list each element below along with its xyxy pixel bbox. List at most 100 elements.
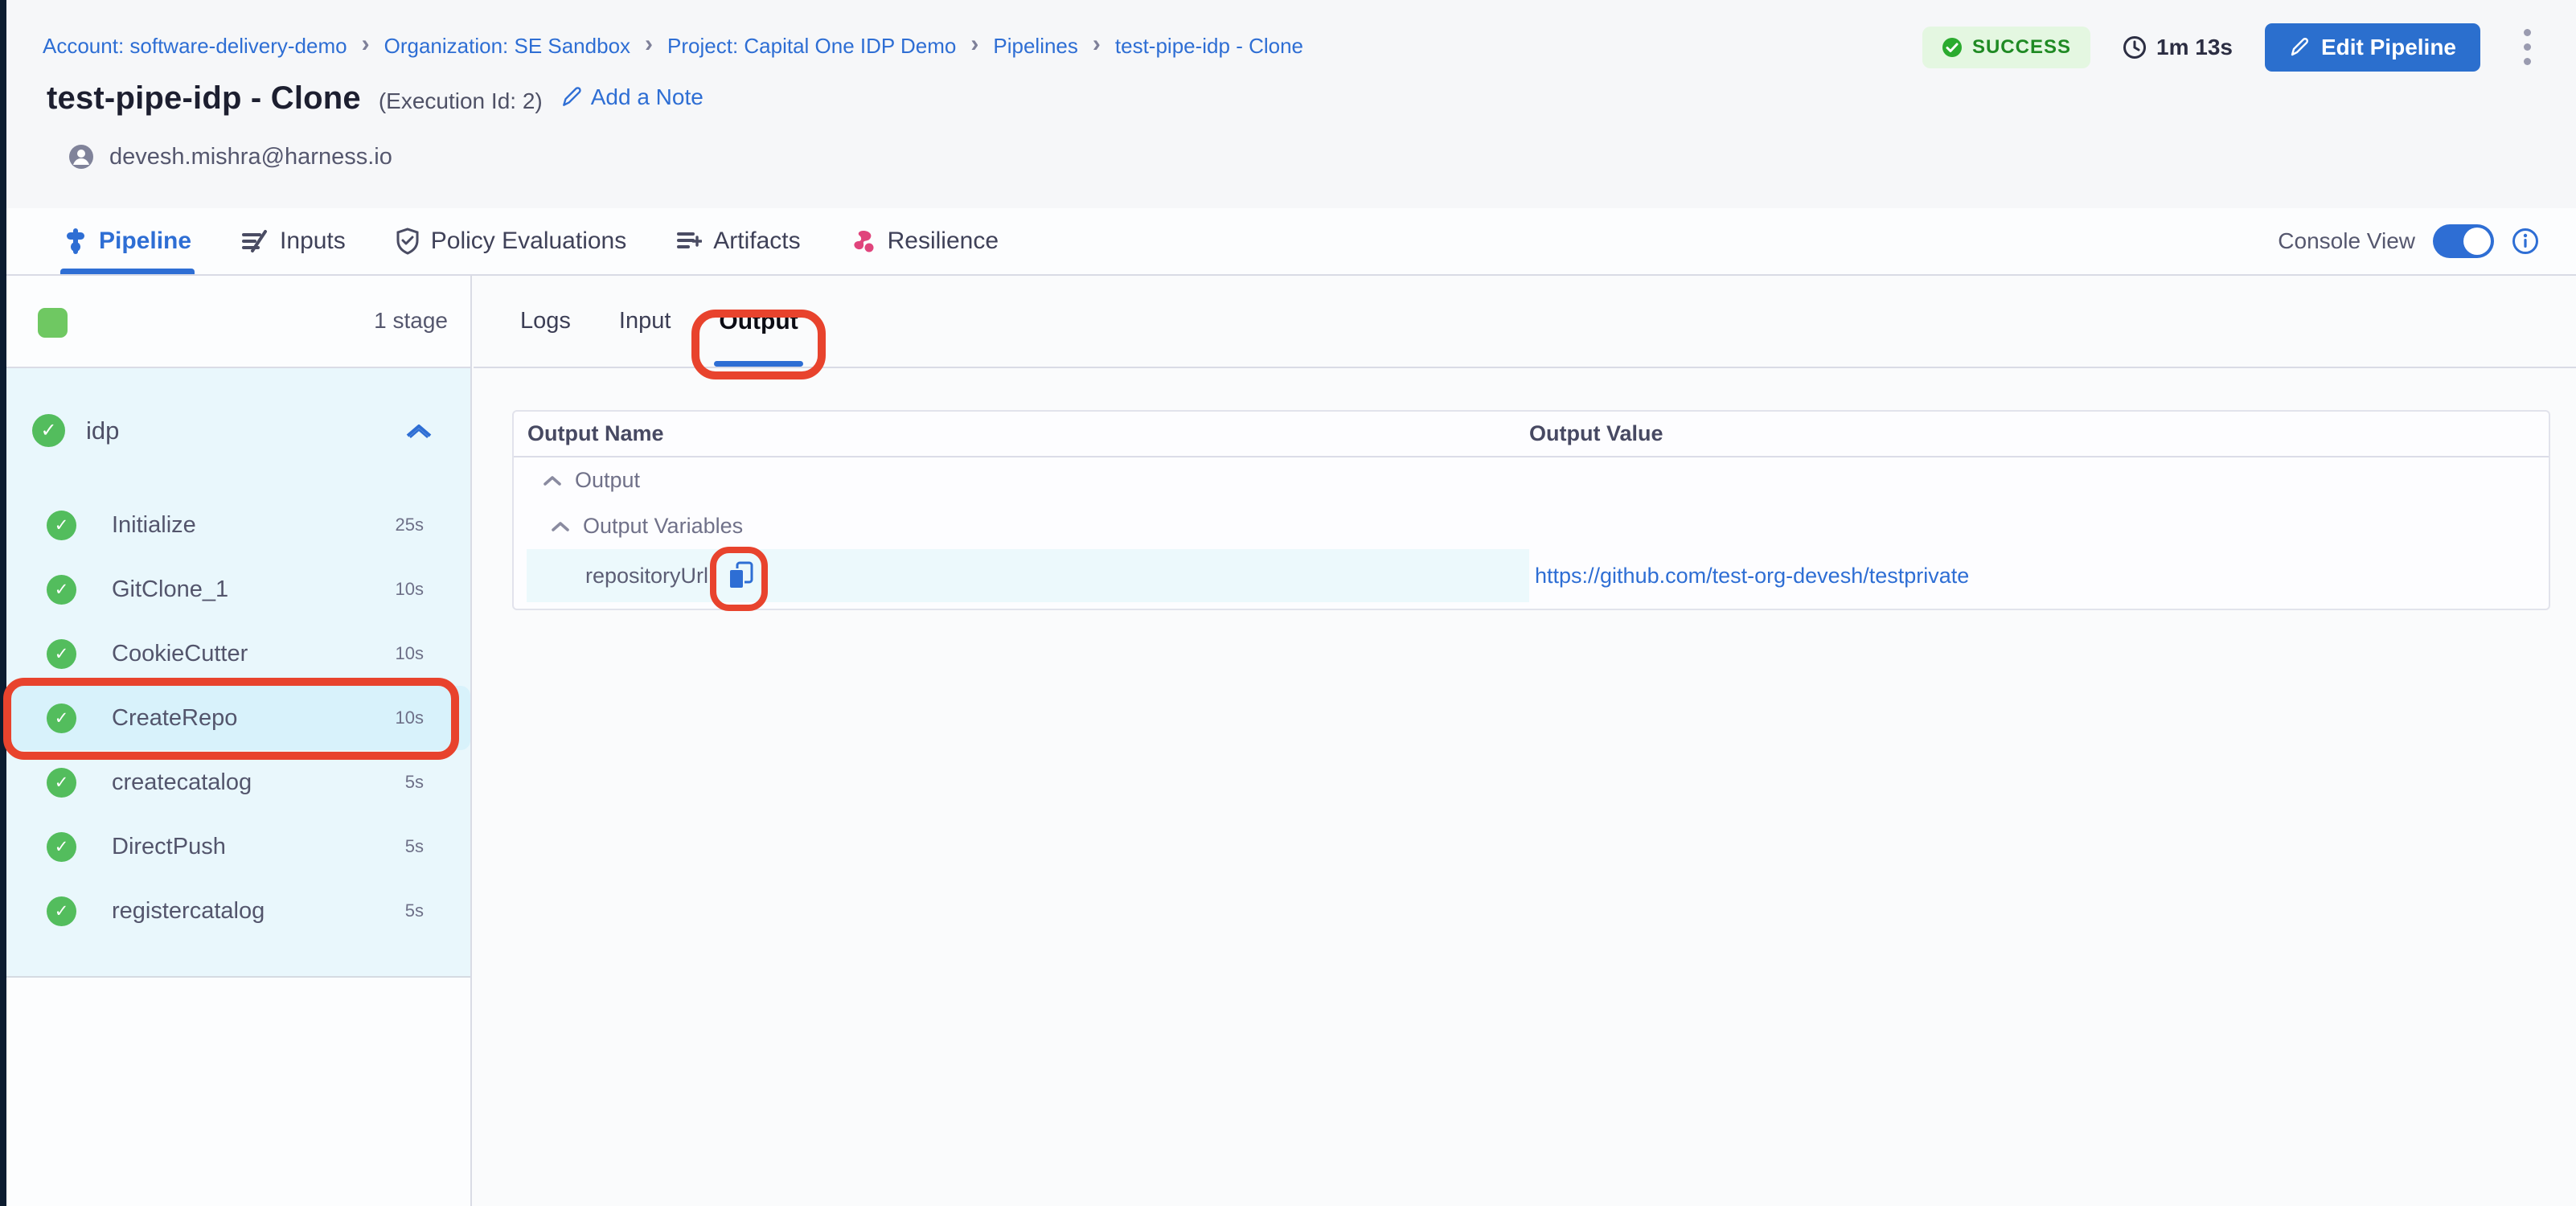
success-check-icon: ✓ [47,896,76,926]
success-check-icon: ✓ [32,414,65,447]
step-row-initialize[interactable]: ✓ Initialize 25s [6,493,470,557]
execution-duration: 1m 13s [2123,35,2233,60]
pencil-icon [2289,37,2310,58]
collapsed-nav-rail[interactable] [0,0,6,1206]
user-email: devesh.mishra@harness.io [109,144,392,170]
stage-panel-header: 1 stage [6,276,470,368]
header-actions: SUCCESS 1m 13s Edit Pipeline [1922,21,2542,73]
chevron-right-icon: › [362,31,370,58]
stage-row-idp[interactable]: ✓ idp [6,368,470,493]
stage-group-idp: ✓ idp ✓ Initialize 25s ✓ GitClone_1 10s … [6,368,470,978]
status-label: SUCCESS [1972,36,2071,59]
execution-tabs-bar: Pipeline Inputs Policy Evaluations Artif… [6,208,2576,274]
success-check-icon: ✓ [47,768,76,798]
tab-label: Inputs [280,228,346,255]
add-note-label: Add a Note [591,84,703,110]
stage-status-chip[interactable] [38,308,68,338]
tab-input[interactable]: Input [611,276,679,367]
step-row-gitclone[interactable]: ✓ GitClone_1 10s [6,557,470,621]
collapse-chevron-icon[interactable] [551,520,570,532]
success-check-icon: ✓ [47,704,76,733]
variable-value-link[interactable]: https://github.com/test-org-devesh/testp… [1535,564,1969,589]
execution-id-label: (Execution Id: 2) [379,88,543,114]
shield-check-icon [396,228,420,255]
output-table-card: Output Name Output Value Output Output V… [512,410,2550,610]
clock-icon [2123,35,2147,59]
group-label: Output Variables [583,514,743,539]
tab-logs[interactable]: Logs [512,276,579,367]
step-duration: 10s [396,579,424,600]
step-row-registercatalog[interactable]: ✓ registercatalog 5s [6,879,470,943]
breadcrumb-pipelines[interactable]: Pipelines [993,34,1078,59]
tab-label: Pipeline [99,228,191,255]
execution-header: Account: software-delivery-demo › Organi… [6,0,2576,276]
output-table-header: Output Name Output Value [514,412,2549,457]
column-output-value: Output Value [1529,421,1663,446]
tab-policy-evaluations[interactable]: Policy Evaluations [392,208,630,274]
column-output-name: Output Name [527,421,664,446]
step-row-createcatalog[interactable]: ✓ createcatalog 5s [6,750,470,814]
stage-name: idp [86,416,119,445]
console-view-toggle[interactable] [2433,224,2494,258]
step-name: Initialize [112,512,196,539]
duration-label: 1m 13s [2156,35,2233,60]
output-group-row[interactable]: Output [514,457,2549,503]
success-check-icon: ✓ [47,639,76,669]
step-row-cookiecutter[interactable]: ✓ CookieCutter 10s [6,621,470,686]
chevron-up-icon[interactable] [404,422,433,440]
step-name: createcatalog [112,769,252,796]
step-row-createrepo[interactable]: ✓ CreateRepo 10s [6,686,470,750]
step-name: CookieCutter [112,641,248,667]
collapse-chevron-icon[interactable] [543,474,562,486]
tab-output[interactable]: Output [711,276,806,367]
step-duration: 5s [405,836,424,857]
tab-resilience[interactable]: Resilience [847,208,1002,274]
edit-pipeline-button[interactable]: Edit Pipeline [2265,23,2480,72]
pipeline-execution-page: Account: software-delivery-demo › Organi… [0,0,2576,1206]
edit-pipeline-label: Edit Pipeline [2321,35,2456,60]
tab-pipeline[interactable]: Pipeline [60,208,195,274]
stage-count-label: 1 stage [374,308,448,334]
stage-panel: 1 stage ✓ idp ✓ Initialize 25s ✓ GitClon… [6,276,472,1206]
user-avatar-icon [68,143,95,170]
console-view-label: Console View [2278,228,2415,254]
console-view-control: Console View [2278,208,2539,274]
output-variables-group-row[interactable]: Output Variables [514,503,2549,549]
step-detail-tabs: Logs Input Output [474,276,2576,368]
more-options-button[interactable] [2512,21,2542,73]
tab-label: Logs [520,308,571,334]
breadcrumb: Account: software-delivery-demo › Organi… [43,32,1303,59]
inputs-icon [241,228,269,254]
check-circle-icon [1942,37,1963,58]
pencil-icon [560,86,583,109]
success-check-icon: ✓ [47,832,76,862]
add-note-button[interactable]: Add a Note [560,84,703,110]
tab-artifacts[interactable]: Artifacts [673,208,803,274]
artifact-list-icon [676,228,702,254]
tab-inputs[interactable]: Inputs [238,208,349,274]
step-name: DirectPush [112,834,226,860]
pipeline-icon [64,228,88,255]
group-label: Output [575,468,640,493]
chevron-right-icon: › [970,31,978,58]
breadcrumb-execution[interactable]: test-pipe-idp - Clone [1115,34,1303,59]
copy-value-button[interactable] [726,560,755,592]
tab-label: Resilience [888,228,999,255]
step-duration: 25s [396,515,424,535]
success-check-icon: ✓ [47,511,76,540]
tab-label: Policy Evaluations [431,228,626,255]
copy-icon [726,560,755,592]
success-check-icon: ✓ [47,575,76,605]
step-duration: 10s [396,643,424,664]
tab-label: Input [619,308,671,334]
resilience-chaos-icon [851,228,876,254]
info-icon[interactable] [2512,228,2539,255]
breadcrumb-organization[interactable]: Organization: SE Sandbox [384,34,630,59]
step-row-directpush[interactable]: ✓ DirectPush 5s [6,814,470,879]
status-badge: SUCCESS [1922,27,2090,68]
step-duration: 10s [396,708,424,728]
breadcrumb-project[interactable]: Project: Capital One IDP Demo [667,34,956,59]
variable-name-cell: repositoryUrl [527,549,1529,602]
breadcrumb-account[interactable]: Account: software-delivery-demo [43,34,347,59]
step-details-panel: Logs Input Output Output Name Output Val… [474,276,2576,1206]
